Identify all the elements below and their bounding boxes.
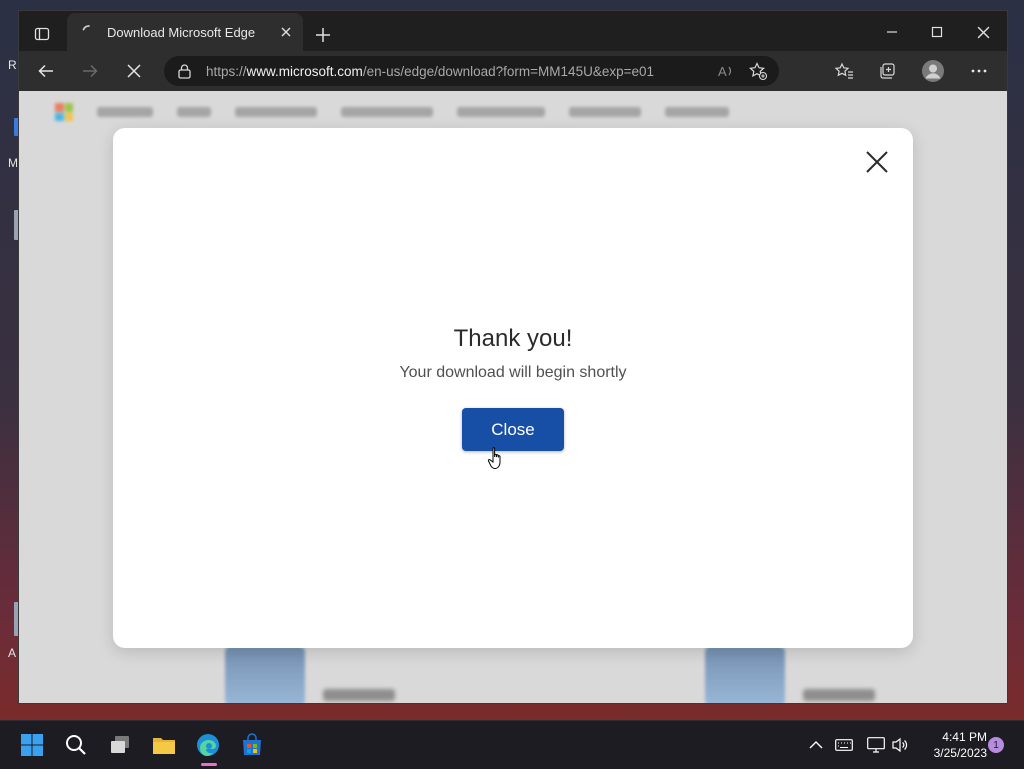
edge-icon[interactable] [192,729,224,761]
dialog-subtitle: Your download will begin shortly [399,364,627,381]
loading-spinner-icon [81,24,97,40]
blurred-product-image [705,646,785,703]
favorites-icon[interactable] [831,59,857,83]
maximize-icon[interactable] [922,21,952,43]
taskbar: 4:41 PM 3/25/2023 1 [0,720,1024,769]
keyboard-icon[interactable] [834,735,854,755]
blurred-nav-item [341,107,433,117]
add-favorite-icon[interactable] [747,60,769,82]
system-clock[interactable]: 4:41 PM 3/25/2023 [915,729,987,761]
navigation-toolbar: https://www.microsoft.com/en-us/edge/dow… [19,51,1007,91]
blurred-nav-item [665,107,729,117]
active-app-indicator [201,763,217,766]
microsoft-store-icon[interactable] [236,729,268,761]
network-icon[interactable] [866,735,886,755]
file-explorer-icon[interactable] [148,729,180,761]
notification-badge[interactable]: 1 [988,737,1004,753]
blurred-product-label [323,689,395,701]
web-page: Thank you! Your download will begin shor… [19,91,1007,703]
blurred-nav-item [457,107,545,117]
close-window-icon[interactable] [968,21,998,43]
download-dialog: Thank you! Your download will begin shor… [113,128,913,648]
close-button[interactable]: Close [462,408,564,451]
address-bar[interactable]: https://www.microsoft.com/en-us/edge/dow… [164,56,779,86]
stop-loading-icon[interactable] [121,59,147,83]
blurred-nav-item [235,107,317,117]
url-domain: www.microsoft.com [246,63,363,79]
tab-bar: Download Microsoft Edge [19,11,1007,51]
edge-window: Download Microsoft Edge https://www.micr… [18,10,1008,704]
clock-date: 3/25/2023 [933,746,987,760]
url-path: /en-us/edge/download?form=MM145U&exp=e01 [362,63,654,79]
blurred-nav-item [177,107,211,117]
tab-actions-icon[interactable] [29,23,55,45]
start-icon[interactable] [16,729,48,761]
tab-close-icon[interactable] [277,23,295,41]
minimize-icon[interactable] [877,21,907,43]
blurred-nav-item [569,107,641,117]
blurred-product-image [225,646,305,703]
show-hidden-icons-icon[interactable] [806,735,826,755]
profile-icon[interactable] [920,59,946,83]
dialog-title: Thank you! [453,325,573,352]
tab-download-edge[interactable]: Download Microsoft Edge [67,13,303,51]
clock-time: 4:41 PM [942,730,987,744]
back-arrow-icon[interactable] [33,59,59,83]
svg-text:A: A [718,64,727,79]
new-tab-icon[interactable] [313,25,333,45]
read-aloud-icon[interactable]: A [715,60,737,82]
lock-icon[interactable] [176,63,192,79]
desktop-label-r: R [8,58,17,72]
desktop-label-m: M [8,156,18,170]
collections-icon[interactable] [874,59,900,83]
desktop-label-a: A [8,646,17,660]
task-view-icon[interactable] [104,729,136,761]
blurred-site-nav [55,101,729,123]
dialog-close-icon[interactable] [863,148,891,176]
microsoft-logo [55,103,73,121]
blurred-product-label [803,689,875,701]
hand-cursor-icon [487,447,501,470]
blurred-nav-item [97,107,153,117]
volume-icon[interactable] [890,735,910,755]
url-prefix: https:// [206,63,247,79]
forward-arrow-icon[interactable] [77,59,103,83]
more-icon[interactable] [966,59,992,83]
tab-title: Download Microsoft Edge [107,24,256,40]
search-icon[interactable] [60,729,92,761]
url-text[interactable]: https://www.microsoft.com/en-us/edge/dow… [206,64,715,79]
